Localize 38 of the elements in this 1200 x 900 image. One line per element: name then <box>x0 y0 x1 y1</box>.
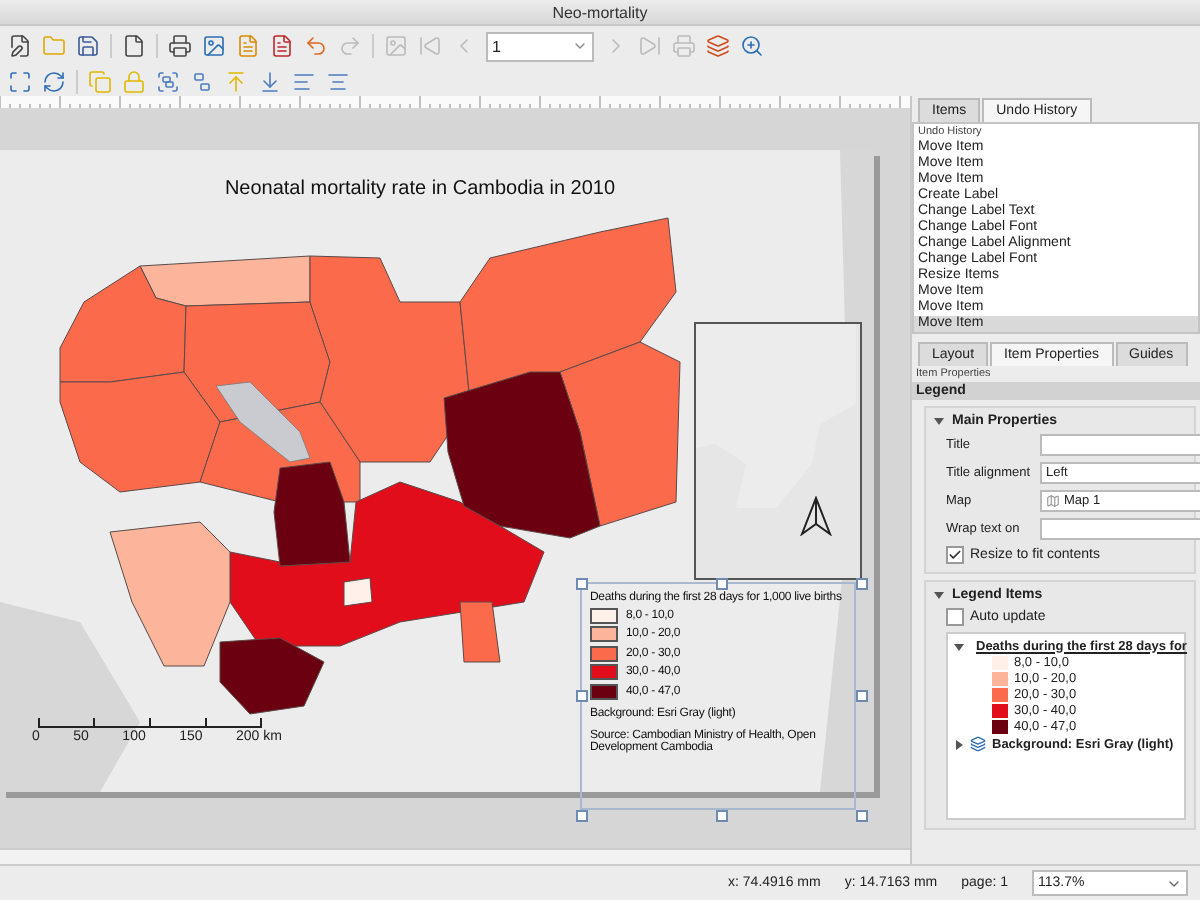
export-image-icon[interactable] <box>202 34 226 58</box>
new-page-icon[interactable] <box>122 34 146 58</box>
group-icon[interactable] <box>156 69 180 93</box>
selection-handle[interactable] <box>716 578 728 590</box>
undo-icon[interactable] <box>304 34 328 58</box>
save-icon[interactable] <box>76 34 100 58</box>
window-title: Neo-mortality <box>0 0 1200 26</box>
expanded-caret-icon <box>934 416 944 426</box>
north-arrow-icon <box>800 496 832 536</box>
zoom-full-icon[interactable] <box>8 69 32 93</box>
map-title: Neonatal mortality rate in Cambodia in 2010 <box>222 178 618 200</box>
selection-handle[interactable] <box>576 578 588 590</box>
selection-handle[interactable] <box>576 810 588 822</box>
horizontal-scrollbar[interactable] <box>0 848 910 864</box>
map-icon <box>1046 494 1060 508</box>
expanded-caret-icon <box>954 641 964 651</box>
lower-item-icon[interactable] <box>258 69 282 93</box>
check-icon <box>948 548 962 562</box>
print-icon[interactable] <box>168 34 192 58</box>
dropdown-icon <box>572 38 588 54</box>
text-field[interactable] <box>1040 434 1200 456</box>
checkbox[interactable] <box>946 546 964 564</box>
selection-handle[interactable] <box>716 810 728 822</box>
selection-handle[interactable] <box>576 690 588 702</box>
text-field[interactable] <box>1040 518 1200 540</box>
layers-icon <box>970 736 986 752</box>
expanded-caret-icon <box>934 590 944 600</box>
selection-handle[interactable] <box>856 578 868 590</box>
collapsed-caret-icon <box>954 739 964 749</box>
align-left-icon[interactable] <box>292 69 316 93</box>
align-center-icon[interactable] <box>326 69 350 93</box>
checkbox[interactable] <box>946 608 964 626</box>
page-field[interactable]: 1 <box>486 31 594 61</box>
selection-handle[interactable] <box>856 690 868 702</box>
refresh-icon[interactable] <box>42 69 66 93</box>
export-pdf-icon[interactable] <box>270 34 294 58</box>
selection-handle[interactable] <box>856 810 868 822</box>
folder-icon[interactable] <box>42 34 66 58</box>
